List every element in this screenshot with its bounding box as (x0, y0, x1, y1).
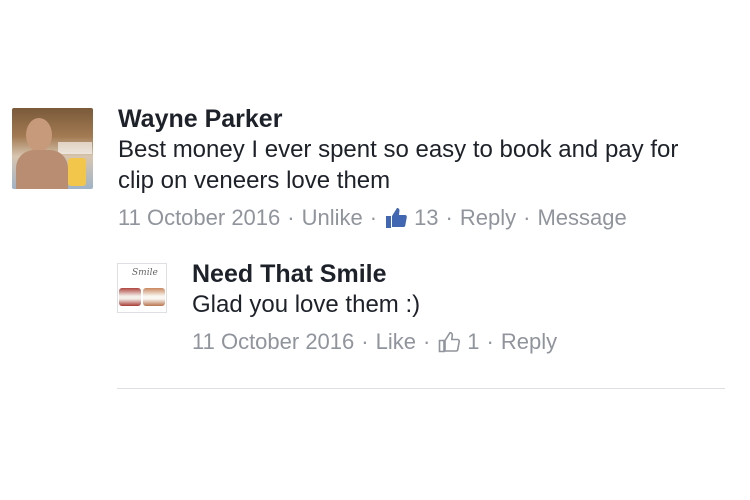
like-button[interactable]: Like (376, 329, 416, 355)
smile-image (119, 288, 141, 306)
separator: · (361, 329, 369, 354)
unlike-button[interactable]: Unlike (302, 205, 363, 231)
like-count-link[interactable] (437, 330, 461, 354)
reply-meta: 11 October 2016 · Like · 1 · Reply (192, 329, 692, 355)
comment-content: Wayne Parker Best money I ever spent so … (118, 105, 718, 231)
reply-content: Need That Smile Glad you love them :) 11… (192, 260, 692, 355)
comment-author[interactable]: Wayne Parker (118, 104, 718, 134)
avatar[interactable]: Smile (117, 263, 167, 313)
reply-date[interactable]: 11 October 2016 (192, 329, 354, 355)
separator: · (422, 329, 431, 354)
comment-text: Best money I ever spent so easy to book … (118, 136, 679, 194)
reply-author[interactable]: Need That Smile (192, 259, 692, 289)
smile-image (143, 288, 165, 306)
reply-comment: Smile Need That Smile Glad you love them… (117, 260, 692, 355)
separator: · (486, 329, 494, 354)
separator: · (287, 205, 295, 230)
comment-meta: 11 October 2016 · Unlike · 13 · Reply · … (118, 205, 718, 231)
comment-thread: Wayne Parker Best money I ever spent so … (0, 0, 750, 500)
thumbs-up-outline-icon (438, 331, 461, 353)
comment-date[interactable]: 11 October 2016 (118, 205, 280, 231)
separator: · (369, 205, 378, 230)
thumbs-up-icon (386, 208, 407, 228)
page-logo: Smile (132, 268, 158, 278)
divider (117, 388, 725, 389)
avatar[interactable] (12, 108, 93, 189)
like-count[interactable]: 1 (467, 329, 479, 355)
reply-button[interactable]: Reply (460, 205, 516, 231)
separator: · (523, 205, 531, 230)
message-button[interactable]: Message (537, 205, 626, 231)
reply-text: Glad you love them :) (192, 291, 421, 318)
like-count[interactable]: 13 (414, 205, 438, 231)
reply-button[interactable]: Reply (501, 329, 557, 355)
like-count-link[interactable] (384, 206, 408, 230)
separator: · (445, 205, 453, 230)
comment: Wayne Parker Best money I ever spent so … (12, 105, 718, 231)
